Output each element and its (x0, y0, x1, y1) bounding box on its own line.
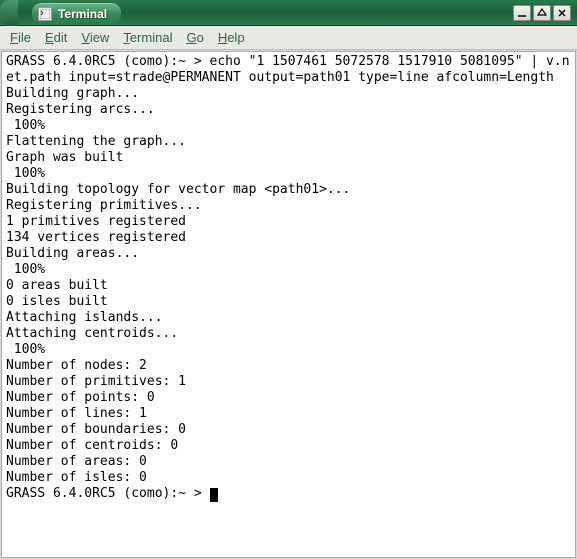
output-line: Number of nodes: 2 (6, 358, 147, 373)
output-line: 0 isles built (6, 294, 108, 309)
menu-help[interactable]: Help (218, 30, 245, 45)
maximize-button[interactable] (533, 5, 551, 21)
minimize-button[interactable] (513, 5, 531, 21)
menu-terminal[interactable]: Terminal (123, 30, 172, 45)
output-line: Attaching centroids... (6, 326, 178, 341)
close-button[interactable] (553, 5, 571, 21)
output-line: 100% (6, 118, 45, 133)
output-line: Number of centroids: 0 (6, 438, 178, 453)
terminal-app-icon (38, 7, 52, 21)
output-line: Number of areas: 0 (6, 454, 147, 469)
output-line: 134 vertices registered (6, 230, 186, 245)
output-line: Building graph... (6, 86, 139, 101)
output-line: GRASS 6.4.0RC5 (como):~ > echo "1 150746… (6, 54, 570, 85)
output-line: Number of points: 0 (6, 390, 155, 405)
output-line: Number of isles: 0 (6, 470, 147, 485)
output-line: Number of lines: 1 (6, 406, 147, 421)
titlebar-curve (0, 0, 18, 26)
output-line: Registering primitives... (6, 198, 202, 213)
menu-view[interactable]: View (81, 30, 109, 45)
menu-file[interactable]: File (10, 30, 31, 45)
output-line: 100% (6, 262, 45, 277)
output-line: Building topology for vector map <path01… (6, 182, 350, 197)
output-line: Registering arcs... (6, 102, 155, 117)
menu-go[interactable]: Go (186, 30, 203, 45)
output-line: 1 primitives registered (6, 214, 186, 229)
output-line: Number of boundaries: 0 (6, 422, 186, 437)
titlebar-tab: Terminal (32, 3, 121, 25)
window-title: Terminal (58, 7, 107, 21)
output-line: Number of primitives: 1 (6, 374, 186, 389)
titlebar[interactable]: Terminal (0, 0, 577, 26)
output-line: Attaching islands... (6, 310, 163, 325)
output-line: Flattening the graph... (6, 134, 186, 149)
window-controls (513, 5, 571, 21)
prompt: GRASS 6.4.0RC5 (como):~ > (6, 486, 210, 501)
terminal-output[interactable]: GRASS 6.4.0RC5 (como):~ > echo "1 150746… (1, 51, 576, 558)
output-line: 100% (6, 166, 45, 181)
output-line: Graph was built (6, 150, 123, 165)
output-line: 0 areas built (6, 278, 108, 293)
menu-edit[interactable]: Edit (45, 30, 67, 45)
output-line: Building areas... (6, 246, 139, 261)
terminal-window: Terminal File Edit View Terminal Go Help… (0, 0, 577, 559)
cursor (210, 488, 218, 502)
menubar: File Edit View Terminal Go Help (0, 26, 577, 50)
output-line: 100% (6, 342, 45, 357)
